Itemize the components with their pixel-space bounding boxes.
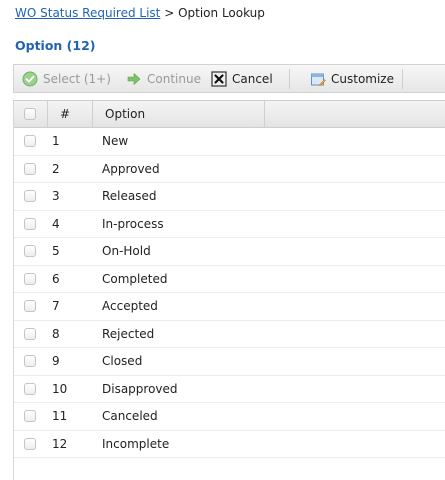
table-row[interactable]: 12 Incomplete (14, 431, 445, 458)
row-checkbox[interactable] (24, 300, 36, 312)
row-option: Approved (102, 161, 160, 176)
row-checkbox[interactable] (24, 437, 36, 450)
row-option: Accepted (102, 299, 158, 313)
breadcrumb: WO Status Required List > Option Lookup (15, 6, 265, 20)
row-checkbox[interactable] (24, 327, 36, 340)
checkbox-box (24, 135, 36, 147)
column-divider (92, 101, 93, 127)
row-number: 8 (52, 326, 60, 341)
row-number: 1 (52, 134, 60, 148)
row-option: Closed (102, 354, 143, 368)
toolbar: Select (1+) Continue Cancel Customize (13, 64, 445, 93)
row-number: 6 (52, 271, 60, 286)
checkbox-box (24, 272, 36, 285)
table-row[interactable]: 10 Disapproved (14, 376, 445, 403)
checkbox-box (24, 162, 36, 175)
checkbox-box (24, 437, 36, 450)
table-row[interactable]: 1 New (14, 128, 445, 156)
row-checkbox[interactable] (24, 410, 36, 422)
table-row[interactable]: 5 On-Hold (14, 238, 445, 266)
table-row[interactable]: 11 Canceled (14, 403, 445, 431)
close-box-icon (211, 70, 227, 87)
row-option: Canceled (102, 409, 158, 423)
row-number: 5 (52, 244, 60, 258)
select-button[interactable]: Select (1+) (22, 65, 111, 92)
row-checkbox[interactable] (24, 272, 36, 285)
row-option: Incomplete (102, 436, 170, 451)
checkbox-box (24, 382, 36, 395)
row-number: 4 (52, 216, 60, 231)
grid-header: # Option (14, 101, 445, 128)
table-row[interactable]: 9 Closed (14, 348, 445, 376)
row-number: 3 (52, 189, 60, 203)
row-checkbox[interactable] (24, 355, 36, 367)
row-option: On-Hold (102, 244, 151, 258)
row-checkbox[interactable] (24, 135, 36, 147)
arrow-right-icon (126, 71, 142, 87)
continue-button[interactable]: Continue (126, 65, 201, 92)
table-row[interactable]: 2 Approved (14, 156, 445, 183)
customize-button[interactable]: Customize (310, 65, 394, 92)
checkbox-box (24, 327, 36, 340)
table-row[interactable]: 8 Rejected (14, 321, 445, 348)
row-checkbox[interactable] (24, 190, 36, 202)
row-option: New (102, 134, 129, 148)
breadcrumb-current: Option Lookup (178, 6, 265, 20)
row-number: 12 (52, 436, 68, 451)
row-number: 11 (52, 409, 68, 423)
toolbar-divider (289, 69, 290, 89)
row-checkbox[interactable] (24, 217, 36, 230)
customize-label: Customize (331, 71, 394, 86)
table-row[interactable]: 3 Released (14, 183, 445, 211)
cancel-label: Cancel (232, 71, 273, 86)
row-option: In-process (102, 216, 164, 231)
row-checkbox[interactable] (24, 382, 36, 395)
breadcrumb-link-wo-status[interactable]: WO Status Required List (15, 6, 160, 20)
select-label: Select (1+) (43, 71, 111, 86)
options-grid: # Option 1 New 2 Approved 3 Released 4 In-proce… (13, 100, 445, 480)
checkbox-box (24, 410, 36, 422)
column-header-option[interactable]: Option (105, 101, 145, 127)
row-option: Completed (102, 271, 168, 286)
checkbox-box (24, 245, 36, 257)
toolbar-divider (402, 69, 403, 89)
checkbox-box (24, 217, 36, 230)
checkbox-box (24, 190, 36, 202)
table-row[interactable]: 6 Completed (14, 266, 445, 293)
row-option: Disapproved (102, 381, 178, 396)
cancel-button[interactable]: Cancel (211, 65, 273, 92)
check-circle-icon (22, 71, 38, 87)
checkbox-box (24, 355, 36, 367)
checkbox-box (24, 108, 36, 120)
checkbox-box (24, 300, 36, 312)
row-number: 2 (52, 161, 60, 176)
column-header-number[interactable]: # (60, 101, 70, 127)
customize-icon (310, 71, 326, 87)
row-number: 9 (52, 354, 60, 368)
row-option: Rejected (102, 326, 155, 341)
continue-label: Continue (147, 71, 201, 86)
row-number: 10 (52, 381, 68, 396)
row-checkbox[interactable] (24, 162, 36, 175)
table-row[interactable]: 4 In-process (14, 211, 445, 238)
select-all-checkbox[interactable] (24, 101, 36, 127)
row-option: Released (102, 189, 157, 203)
section-title: Option (12) (15, 38, 96, 53)
column-divider (264, 101, 265, 127)
row-number: 7 (52, 299, 60, 313)
row-checkbox[interactable] (24, 245, 36, 257)
breadcrumb-separator: > (160, 6, 179, 20)
table-row[interactable]: 7 Accepted (14, 293, 445, 321)
column-divider (47, 101, 48, 127)
